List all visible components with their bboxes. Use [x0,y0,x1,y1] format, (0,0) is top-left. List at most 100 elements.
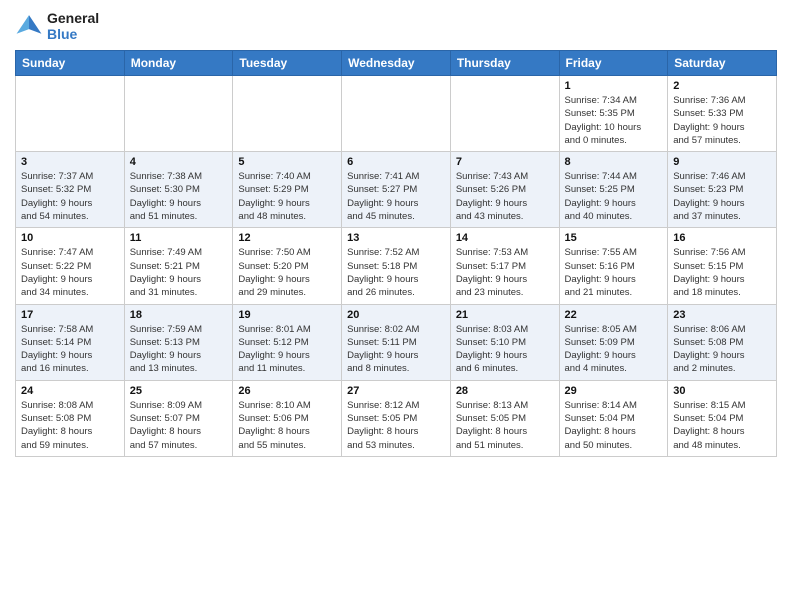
day-number: 4 [130,156,228,168]
day-number: 18 [130,309,228,321]
day-info: Sunrise: 8:08 AMSunset: 5:08 PMDaylight:… [21,399,119,452]
day-cell-11: 11 Sunrise: 7:49 AMSunset: 5:21 PMDayligh… [124,228,233,304]
day-number: 5 [238,156,336,168]
day-number: 25 [130,385,228,397]
day-number: 15 [565,232,663,244]
day-info: Sunrise: 7:59 AMSunset: 5:13 PMDaylight:… [130,323,228,376]
day-cell-16: 16 Sunrise: 7:56 AMSunset: 5:15 PMDayligh… [668,228,777,304]
weekday-sunday: Sunday [16,51,125,76]
day-cell-7: 7Sunrise: 7:43 AMSunset: 5:26 PMDaylight… [450,152,559,228]
day-info: Sunrise: 7:47 AMSunset: 5:22 PMDaylight:… [21,246,119,299]
empty-cell [16,76,125,152]
day-number: 3 [21,156,119,168]
day-info: Sunrise: 7:52 AMSunset: 5:18 PMDaylight:… [347,246,445,299]
day-cell-4: 4Sunrise: 7:38 AMSunset: 5:30 PMDaylight… [124,152,233,228]
day-cell-6: 6Sunrise: 7:41 AMSunset: 5:27 PMDaylight… [342,152,451,228]
day-cell-22: 22Sunrise: 8:05 AMSunset: 5:09 PMDayligh… [559,304,668,380]
day-cell-18: 18 Sunrise: 7:59 AMSunset: 5:13 PMDayligh… [124,304,233,380]
day-cell-30: 30 Sunrise: 8:15 AMSunset: 5:04 PMDayligh… [668,380,777,456]
day-info: Sunrise: 8:01 AMSunset: 5:12 PMDaylight:… [238,323,336,376]
day-info: Sunrise: 7:50 AMSunset: 5:20 PMDaylight:… [238,246,336,299]
day-cell-26: 26 Sunrise: 8:10 AMSunset: 5:06 PMDayligh… [233,380,342,456]
weekday-tuesday: Tuesday [233,51,342,76]
day-info: Sunrise: 7:46 AMSunset: 5:23 PMDaylight:… [673,170,771,223]
day-info: Sunrise: 7:53 AMSunset: 5:17 PMDaylight:… [456,246,554,299]
day-cell-8: 8Sunrise: 7:44 AMSunset: 5:25 PMDaylight… [559,152,668,228]
day-number: 10 [21,232,119,244]
day-cell-15: 15 Sunrise: 7:55 AMSunset: 5:16 PMDayligh… [559,228,668,304]
weekday-monday: Monday [124,51,233,76]
day-info: Sunrise: 8:14 AMSunset: 5:04 PMDaylight:… [565,399,663,452]
day-cell-24: 24 Sunrise: 8:08 AMSunset: 5:08 PMDayligh… [16,380,125,456]
header: General Blue [15,10,777,42]
day-info: Sunrise: 7:34 AMSunset: 5:35 PMDaylight:… [565,94,663,147]
day-info: Sunrise: 7:44 AMSunset: 5:25 PMDaylight:… [565,170,663,223]
day-number: 27 [347,385,445,397]
day-number: 1 [565,80,663,92]
day-number: 20 [347,309,445,321]
day-info: Sunrise: 7:37 AMSunset: 5:32 PMDaylight:… [21,170,119,223]
weekday-header-row: SundayMondayTuesdayWednesdayThursdayFrid… [16,51,777,76]
day-info: Sunrise: 8:02 AMSunset: 5:11 PMDaylight:… [347,323,445,376]
day-number: 9 [673,156,771,168]
logo-icon [15,12,43,40]
day-number: 13 [347,232,445,244]
day-cell-13: 13 Sunrise: 7:52 AMSunset: 5:18 PMDayligh… [342,228,451,304]
week-row-5: 24 Sunrise: 8:08 AMSunset: 5:08 PMDayligh… [16,380,777,456]
day-info: Sunrise: 7:41 AMSunset: 5:27 PMDaylight:… [347,170,445,223]
day-cell-20: 20 Sunrise: 8:02 AMSunset: 5:11 PMDayligh… [342,304,451,380]
day-number: 30 [673,385,771,397]
day-info: Sunrise: 7:40 AMSunset: 5:29 PMDaylight:… [238,170,336,223]
day-cell-27: 27Sunrise: 8:12 AMSunset: 5:05 PMDayligh… [342,380,451,456]
empty-cell [233,76,342,152]
week-row-1: 1 Sunrise: 7:34 AMSunset: 5:35 PMDaylight… [16,76,777,152]
page: General Blue SundayMondayTuesdayWednesda… [0,0,792,612]
day-cell-2: 2Sunrise: 7:36 AMSunset: 5:33 PMDaylight… [668,76,777,152]
empty-cell [450,76,559,152]
day-cell-12: 12 Sunrise: 7:50 AMSunset: 5:20 PMDayligh… [233,228,342,304]
day-number: 24 [21,385,119,397]
calendar: SundayMondayTuesdayWednesdayThursdayFrid… [15,50,777,457]
day-cell-21: 21 Sunrise: 8:03 AMSunset: 5:10 PMDayligh… [450,304,559,380]
day-number: 21 [456,309,554,321]
day-number: 7 [456,156,554,168]
day-number: 19 [238,309,336,321]
day-info: Sunrise: 8:15 AMSunset: 5:04 PMDaylight:… [673,399,771,452]
empty-cell [342,76,451,152]
week-row-2: 3 Sunrise: 7:37 AMSunset: 5:32 PMDaylight… [16,152,777,228]
day-cell-19: 19 Sunrise: 8:01 AMSunset: 5:12 PMDayligh… [233,304,342,380]
day-number: 11 [130,232,228,244]
day-info: Sunrise: 8:05 AMSunset: 5:09 PMDaylight:… [565,323,663,376]
day-number: 16 [673,232,771,244]
day-cell-29: 29Sunrise: 8:14 AMSunset: 5:04 PMDayligh… [559,380,668,456]
day-info: Sunrise: 8:03 AMSunset: 5:10 PMDaylight:… [456,323,554,376]
day-info: Sunrise: 7:55 AMSunset: 5:16 PMDaylight:… [565,246,663,299]
day-number: 2 [673,80,771,92]
week-row-3: 10 Sunrise: 7:47 AMSunset: 5:22 PMDayligh… [16,228,777,304]
day-info: Sunrise: 8:13 AMSunset: 5:05 PMDaylight:… [456,399,554,452]
day-info: Sunrise: 8:09 AMSunset: 5:07 PMDaylight:… [130,399,228,452]
day-number: 14 [456,232,554,244]
day-info: Sunrise: 7:49 AMSunset: 5:21 PMDaylight:… [130,246,228,299]
weekday-saturday: Saturday [668,51,777,76]
logo-text: General Blue [47,10,99,42]
day-number: 23 [673,309,771,321]
day-info: Sunrise: 7:58 AMSunset: 5:14 PMDaylight:… [21,323,119,376]
day-number: 26 [238,385,336,397]
weekday-friday: Friday [559,51,668,76]
day-cell-9: 9 Sunrise: 7:46 AMSunset: 5:23 PMDaylight… [668,152,777,228]
day-cell-23: 23Sunrise: 8:06 AMSunset: 5:08 PMDayligh… [668,304,777,380]
day-cell-10: 10 Sunrise: 7:47 AMSunset: 5:22 PMDayligh… [16,228,125,304]
empty-cell [124,76,233,152]
day-cell-5: 5 Sunrise: 7:40 AMSunset: 5:29 PMDaylight… [233,152,342,228]
day-number: 12 [238,232,336,244]
day-cell-3: 3 Sunrise: 7:37 AMSunset: 5:32 PMDaylight… [16,152,125,228]
day-cell-17: 17Sunrise: 7:58 AMSunset: 5:14 PMDayligh… [16,304,125,380]
weekday-thursday: Thursday [450,51,559,76]
week-row-4: 17Sunrise: 7:58 AMSunset: 5:14 PMDayligh… [16,304,777,380]
day-info: Sunrise: 8:10 AMSunset: 5:06 PMDaylight:… [238,399,336,452]
logo: General Blue [15,10,99,42]
day-info: Sunrise: 7:56 AMSunset: 5:15 PMDaylight:… [673,246,771,299]
day-cell-14: 14 Sunrise: 7:53 AMSunset: 5:17 PMDayligh… [450,228,559,304]
day-cell-25: 25 Sunrise: 8:09 AMSunset: 5:07 PMDayligh… [124,380,233,456]
